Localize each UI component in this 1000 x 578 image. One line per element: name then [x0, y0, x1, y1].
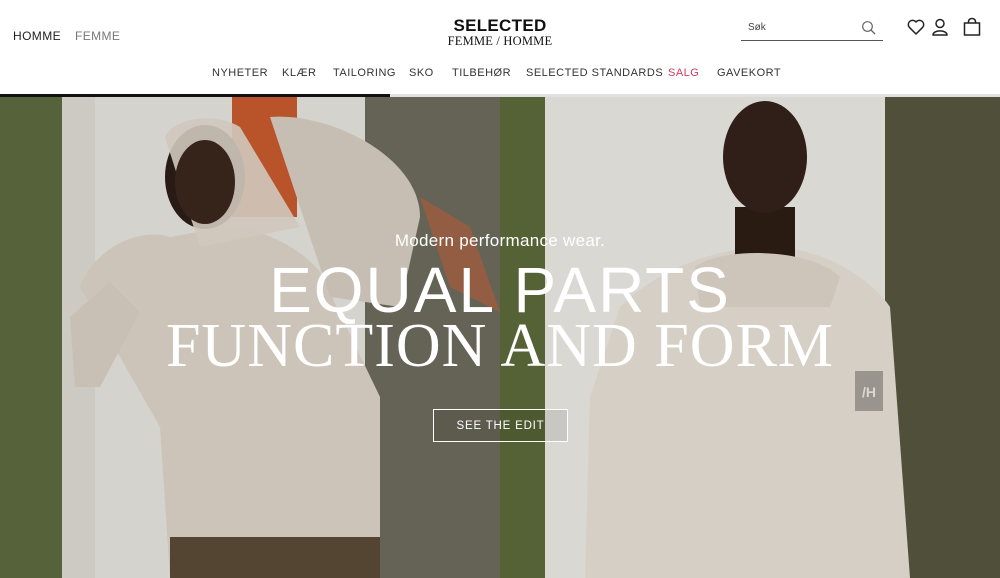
main-navigation: NYHETER KLÆR TAILORING SKO TILBEHØR SELE… [0, 67, 1000, 81]
hero-banner[interactable]: /H Modern performance wear. EQUAL PARTS … [0, 97, 1000, 578]
nav-item-klaer[interactable]: KLÆR [282, 67, 316, 79]
gender-tab-femme[interactable]: FEMME [75, 29, 120, 43]
nav-item-salg[interactable]: SALG [668, 67, 699, 79]
nav-item-tailoring[interactable]: TAILORING [333, 67, 396, 79]
nav-item-sko[interactable]: SKO [409, 67, 434, 79]
see-the-edit-button[interactable]: SEE THE EDIT [433, 409, 568, 442]
logo-line-2: FEMME / HOMME [447, 34, 553, 48]
site-logo[interactable]: SELECTED FEMME / HOMME [440, 17, 560, 48]
hero-tagline: Modern performance wear. [394, 231, 606, 250]
nav-item-gavekort[interactable]: GAVEKORT [717, 67, 781, 79]
nav-item-selected-standards[interactable]: SELECTED STANDARDS [526, 67, 663, 79]
hero-headline-line-2: FUNCTION AND FORM [165, 312, 835, 380]
search-box [741, 19, 883, 41]
search-input[interactable] [748, 22, 858, 33]
shopping-bag-icon[interactable] [962, 17, 982, 37]
nav-item-nyheter[interactable]: NYHETER [212, 67, 268, 79]
search-icon[interactable] [861, 20, 877, 36]
logo-line-1: SELECTED [453, 16, 547, 35]
site-header: HOMME FEMME SELECTED FEMME / HOMME NYHET… [0, 0, 1000, 97]
user-icon[interactable] [930, 17, 950, 37]
gender-tab-homme[interactable]: HOMME [13, 29, 61, 43]
nav-item-tilbehor[interactable]: TILBEHØR [452, 67, 511, 79]
heart-icon[interactable] [906, 17, 926, 37]
